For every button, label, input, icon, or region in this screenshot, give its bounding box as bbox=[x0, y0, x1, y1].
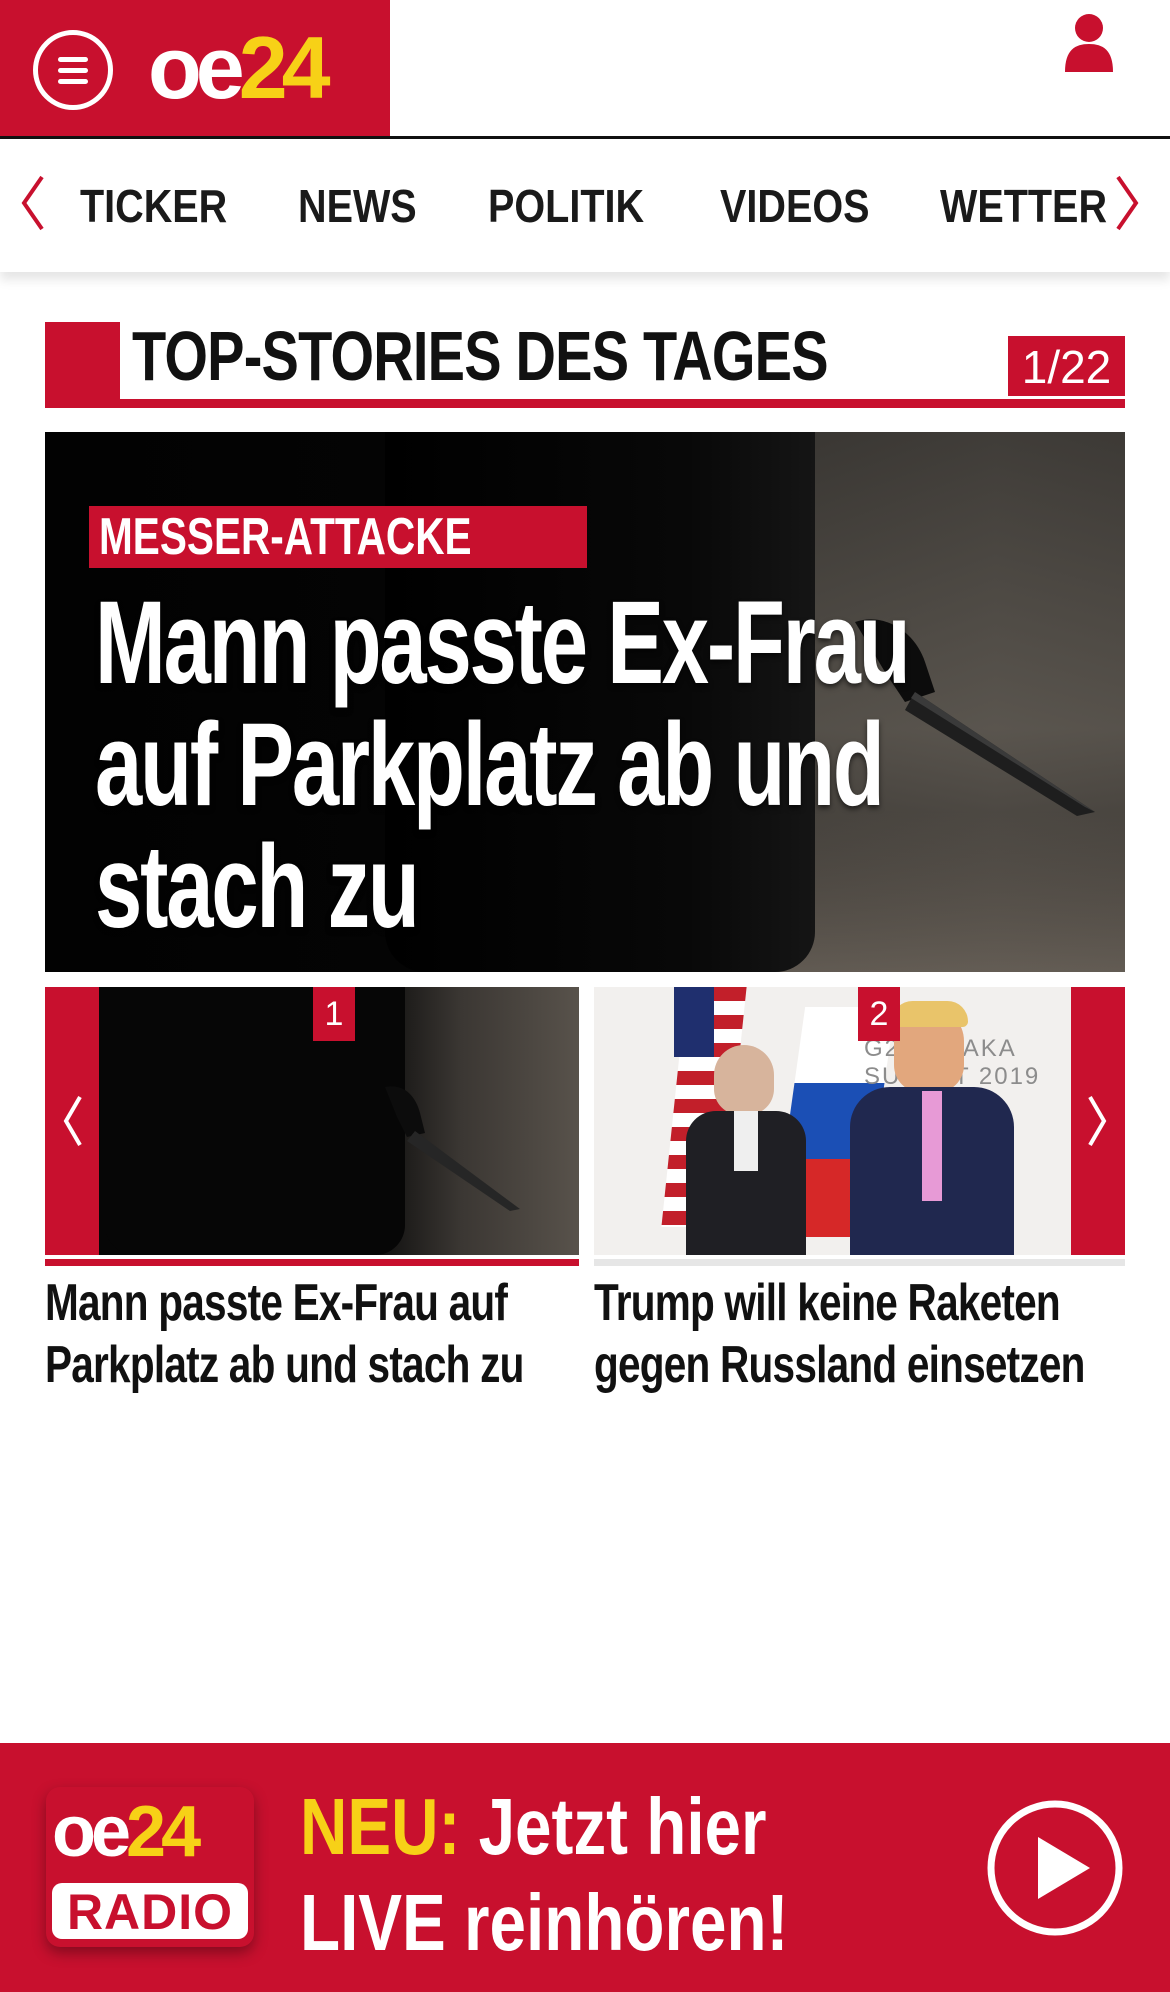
play-icon[interactable] bbox=[986, 1799, 1124, 1937]
hamburger-icon-line bbox=[58, 79, 88, 84]
hamburger-icon-line bbox=[58, 57, 88, 62]
hamburger-icon-line bbox=[58, 68, 88, 73]
section-title: TOP-STORIES DES TAGES bbox=[132, 317, 829, 395]
person-left-shirt bbox=[734, 1111, 758, 1171]
slide-counter: 1/22 bbox=[1008, 336, 1125, 396]
logo-oe: oe bbox=[148, 18, 245, 117]
story-number-badge: 2 bbox=[858, 987, 900, 1041]
radio-line1-text: Jetzt hier bbox=[460, 1782, 767, 1871]
story-thumbnail-2[interactable]: G20 OSAKA SUMMIT 2019 2 bbox=[594, 987, 1125, 1255]
user-icon[interactable] bbox=[1063, 12, 1115, 72]
radio-logo-label: RADIO bbox=[52, 1883, 248, 1940]
radio-banner[interactable]: oe24 RADIO NEU: Jetzt hier LIVE reinhöre… bbox=[0, 1743, 1170, 1992]
hero-kicker-label: MESSER-ATTACKE bbox=[99, 508, 472, 566]
story-title-2[interactable]: Trump will keine Raketen gegen Russland … bbox=[594, 1272, 1093, 1396]
section-underline bbox=[45, 399, 1125, 408]
carousel-prev-button[interactable] bbox=[45, 987, 99, 1255]
story-thumbnail-1[interactable]: 1 bbox=[45, 987, 579, 1255]
radio-logo-24: 24 bbox=[126, 1792, 201, 1872]
radio-logo-wordmark: oe24 bbox=[52, 1791, 201, 1873]
hero-title[interactable]: Mann passte Ex-Frau auf Parkplatz ab und… bbox=[95, 582, 1031, 948]
nav-item-news[interactable]: NEWS bbox=[298, 179, 417, 233]
story-number-badge: 1 bbox=[313, 987, 355, 1041]
chevron-right-icon bbox=[1088, 1095, 1107, 1147]
knife-image bbox=[385, 1086, 520, 1211]
nav-item-wetter[interactable]: WETTER bbox=[940, 179, 1107, 233]
radio-promo-text: NEU: Jetzt hier LIVE reinhören! bbox=[300, 1779, 792, 1971]
nav-item-ticker[interactable]: TICKER bbox=[80, 179, 227, 233]
nav-item-videos[interactable]: VIDEOS bbox=[720, 179, 869, 233]
brand-header: oe24 bbox=[0, 0, 390, 136]
nav-item-politik[interactable]: POLITIK bbox=[488, 179, 644, 233]
menu-button[interactable] bbox=[33, 30, 113, 110]
thumbnail-silhouette bbox=[105, 987, 405, 1255]
story-title-1[interactable]: Mann passte Ex-Frau auf Parkplatz ab und… bbox=[45, 1272, 544, 1396]
chevron-left-icon bbox=[63, 1095, 82, 1147]
person-right-hair bbox=[892, 1001, 968, 1027]
nav-bar: TICKER NEWS POLITIK VIDEOS WETTER bbox=[0, 139, 1170, 272]
radio-promo-line2: LIVE reinhören! bbox=[300, 1878, 789, 1967]
active-story-indicator bbox=[45, 1259, 579, 1266]
oe24-logo[interactable]: oe24 bbox=[148, 18, 331, 118]
inactive-story-indicator bbox=[594, 1259, 1125, 1266]
radio-promo-line1: NEU: Jetzt hier bbox=[300, 1779, 792, 1875]
person-right-tie bbox=[922, 1091, 942, 1201]
logo-24: 24 bbox=[238, 18, 331, 117]
radio-new-label: NEU: bbox=[300, 1782, 461, 1871]
radio-logo-oe: oe bbox=[52, 1792, 131, 1872]
chevron-left-icon[interactable] bbox=[18, 175, 46, 231]
hero-kicker: MESSER-ATTACKE bbox=[89, 506, 587, 568]
carousel-next-button[interactable] bbox=[1071, 987, 1125, 1255]
us-flag-canton bbox=[674, 987, 714, 1057]
oe24-radio-logo: oe24 RADIO bbox=[46, 1787, 254, 1947]
hero-story[interactable]: MESSER-ATTACKE Mann passte Ex-Frau auf P… bbox=[45, 432, 1125, 972]
person-left-image bbox=[714, 1045, 774, 1115]
section-accent bbox=[45, 322, 120, 408]
chevron-right-icon[interactable] bbox=[1114, 175, 1142, 231]
